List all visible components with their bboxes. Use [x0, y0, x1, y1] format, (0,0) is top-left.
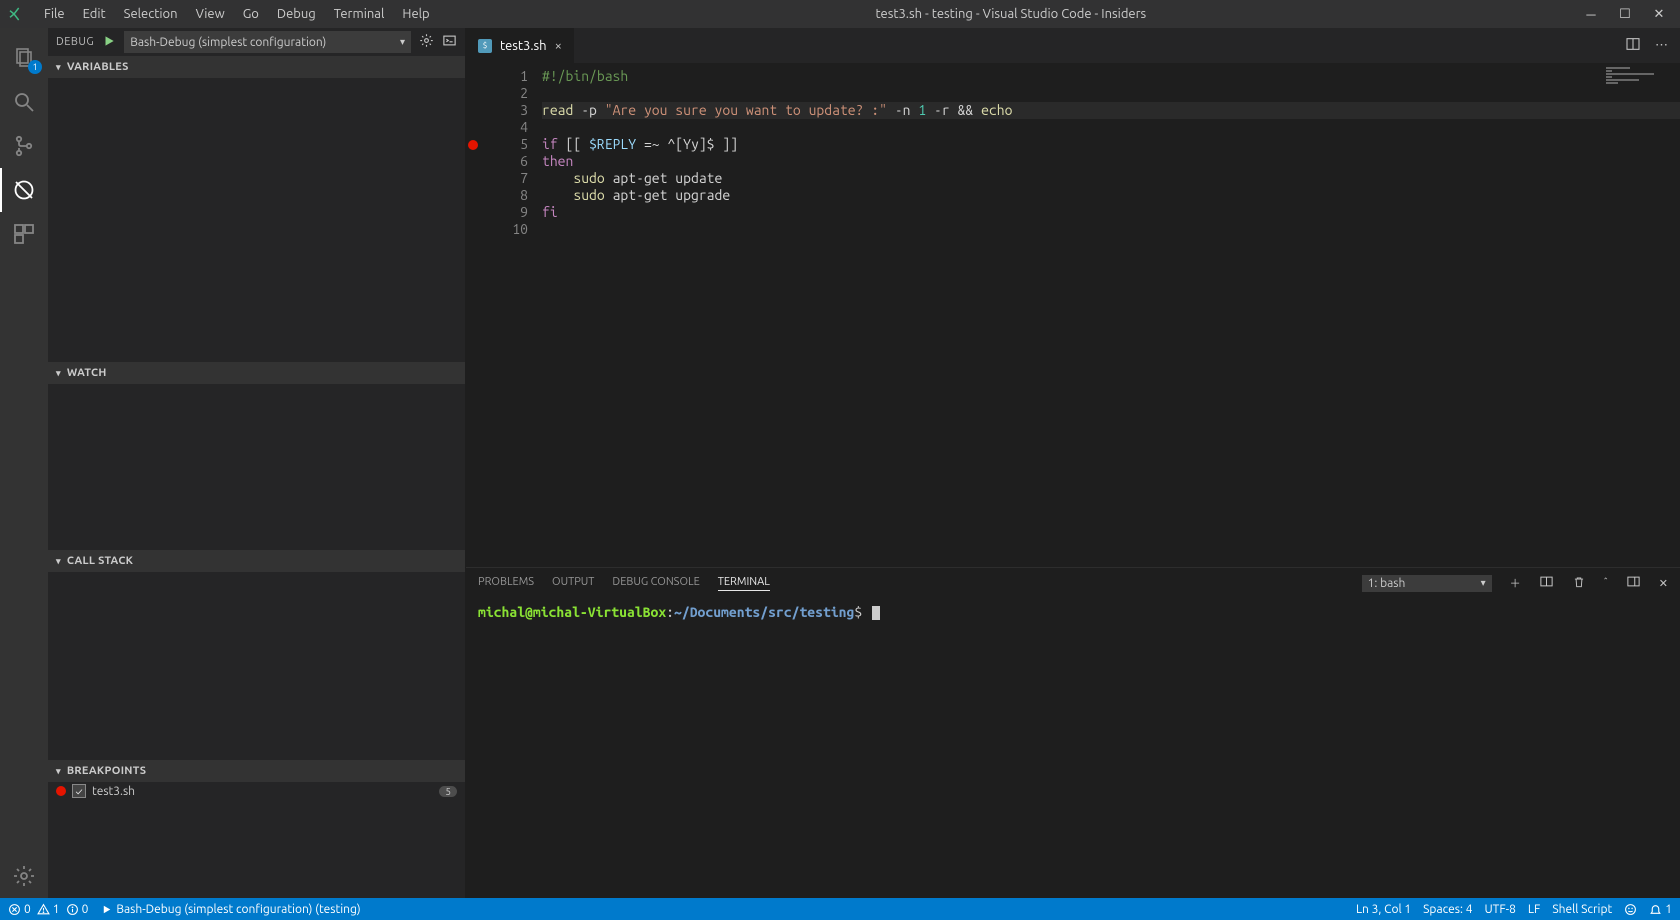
editor-tab[interactable]: $ test3.sh ×: [466, 28, 575, 63]
terminal-dollar: $: [854, 604, 862, 620]
status-bar: 0 1 0 Bash-Debug (simplest configuration…: [0, 898, 1680, 920]
menu-help[interactable]: Help: [394, 3, 437, 25]
maximize-button[interactable]: ☐: [1618, 7, 1632, 22]
debug-config-label: Bash-Debug (simplest configuration): [130, 36, 326, 49]
bottom-panel: PROBLEMS OUTPUT DEBUG CONSOLE TERMINAL 1…: [466, 567, 1680, 898]
tab-close-button[interactable]: ×: [555, 39, 562, 53]
section-breakpoints-header[interactable]: BREAKPOINTS: [48, 760, 465, 782]
status-feedback-icon[interactable]: [1624, 903, 1637, 916]
code-editor[interactable]: 12345678910 #!/bin/bashread -p "Are you …: [466, 63, 1680, 567]
close-window-button[interactable]: ✕: [1652, 7, 1666, 22]
title-bar: File Edit Selection View Go Debug Termin…: [0, 0, 1680, 28]
menu-bar: File Edit Selection View Go Debug Termin…: [36, 3, 438, 25]
debug-settings-button[interactable]: [419, 33, 434, 51]
section-callstack-body: [48, 572, 465, 760]
file-icon: $: [478, 39, 492, 53]
terminal-path: ~/Documents/src/testing: [674, 604, 854, 620]
status-spaces[interactable]: Spaces: 4: [1423, 903, 1472, 916]
activity-debug-icon[interactable]: [0, 168, 48, 212]
window-controls: ─ ☐ ✕: [1584, 7, 1672, 22]
panel-tab-problems[interactable]: PROBLEMS: [478, 576, 534, 590]
section-variables-header[interactable]: VARIABLES: [48, 56, 465, 78]
status-infos-count: 0: [82, 903, 89, 916]
activity-scm-icon[interactable]: [0, 124, 48, 168]
minimap[interactable]: [1606, 67, 1666, 79]
status-notifications-icon[interactable]: 1: [1649, 903, 1672, 916]
status-encoding[interactable]: UTF-8: [1484, 903, 1515, 916]
status-warnings[interactable]: 1: [37, 903, 60, 916]
panel-tab-terminal[interactable]: TERMINAL: [718, 576, 770, 591]
glyph-margin[interactable]: [466, 63, 480, 567]
status-warnings-count: 1: [53, 903, 60, 916]
code-content[interactable]: #!/bin/bashread -p "Are you sure you wan…: [538, 63, 1680, 567]
kill-terminal-button[interactable]: [1572, 575, 1586, 592]
status-lncol[interactable]: Ln 3, Col 1: [1356, 903, 1411, 916]
panel-tab-output[interactable]: OUTPUT: [552, 576, 594, 590]
status-errors[interactable]: 0: [8, 903, 31, 916]
menu-terminal[interactable]: Terminal: [326, 3, 393, 25]
panel-tab-debug-console[interactable]: DEBUG CONSOLE: [612, 576, 699, 590]
window-title: test3.sh - testing - Visual Studio Code …: [438, 7, 1584, 21]
breakpoint-file: test3.sh: [92, 785, 135, 798]
status-launch-label: Bash-Debug (simplest configuration) (tes…: [116, 903, 360, 916]
editor-tabs: $ test3.sh × ⋯: [466, 28, 1680, 63]
section-watch-header[interactable]: WATCH: [48, 362, 465, 384]
activity-explorer-icon[interactable]: [0, 36, 48, 80]
split-editor-button[interactable]: [1625, 36, 1641, 55]
status-infos[interactable]: 0: [66, 903, 89, 916]
app-logo-icon: [8, 6, 24, 22]
tab-filename: test3.sh: [500, 39, 547, 53]
debug-label: DEBUG: [56, 36, 94, 48]
section-variables-body: [48, 78, 465, 362]
debug-console-button[interactable]: [442, 33, 457, 51]
menu-view[interactable]: View: [188, 3, 233, 25]
breakpoint-row[interactable]: ✓ test3.sh 5: [48, 782, 465, 800]
breakpoint-dot-icon: [56, 786, 66, 796]
menu-go[interactable]: Go: [235, 3, 267, 25]
menu-debug[interactable]: Debug: [269, 3, 324, 25]
terminal-cursor: [872, 606, 880, 620]
split-terminal-button[interactable]: [1539, 574, 1554, 592]
menu-file[interactable]: File: [36, 3, 73, 25]
more-actions-button[interactable]: ⋯: [1655, 38, 1668, 53]
terminal-sep: :: [666, 604, 674, 620]
debug-config-select[interactable]: Bash-Debug (simplest configuration): [124, 31, 411, 53]
activity-search-icon[interactable]: [0, 80, 48, 124]
terminal-content[interactable]: michal@michal-VirtualBox:~/Documents/src…: [466, 598, 1680, 898]
terminal-select[interactable]: 1: bash: [1362, 575, 1492, 592]
activity-extensions-icon[interactable]: [0, 212, 48, 256]
section-watch-body: [48, 384, 465, 550]
status-launch-config[interactable]: Bash-Debug (simplest configuration) (tes…: [100, 903, 360, 916]
panel-tabs: PROBLEMS OUTPUT DEBUG CONSOLE TERMINAL 1…: [466, 568, 1680, 598]
panel-collapse-button[interactable]: ˆ: [1604, 577, 1608, 589]
debug-sidebar: DEBUG Bash-Debug (simplest configuration…: [48, 28, 466, 898]
start-debug-button[interactable]: [102, 34, 116, 51]
terminal-user: michal@michal-VirtualBox: [478, 604, 666, 620]
status-bell-count: 1: [1665, 903, 1672, 916]
terminal-select-label: 1: bash: [1368, 577, 1406, 590]
section-breakpoints-body: ✓ test3.sh 5: [48, 782, 465, 898]
menu-selection[interactable]: Selection: [116, 3, 186, 25]
status-language[interactable]: Shell Script: [1552, 903, 1612, 916]
maximize-panel-button[interactable]: [1626, 574, 1641, 592]
activity-settings-icon[interactable]: [0, 854, 48, 898]
menu-edit[interactable]: Edit: [75, 3, 114, 25]
debug-header: DEBUG Bash-Debug (simplest configuration…: [48, 28, 465, 56]
status-errors-count: 0: [24, 903, 31, 916]
breakpoint-line: 5: [439, 786, 457, 797]
minimize-button[interactable]: ─: [1584, 7, 1598, 22]
status-eol[interactable]: LF: [1528, 903, 1540, 916]
close-panel-button[interactable]: ✕: [1659, 577, 1668, 590]
section-callstack-header[interactable]: CALL STACK: [48, 550, 465, 572]
line-numbers: 12345678910: [480, 63, 538, 567]
editor-stack: $ test3.sh × ⋯ 12345678910 #!/bin/bashre…: [466, 28, 1680, 898]
activity-bar: [0, 28, 48, 898]
new-terminal-button[interactable]: ＋: [1510, 575, 1521, 591]
breakpoint-checkbox[interactable]: ✓: [72, 784, 86, 798]
